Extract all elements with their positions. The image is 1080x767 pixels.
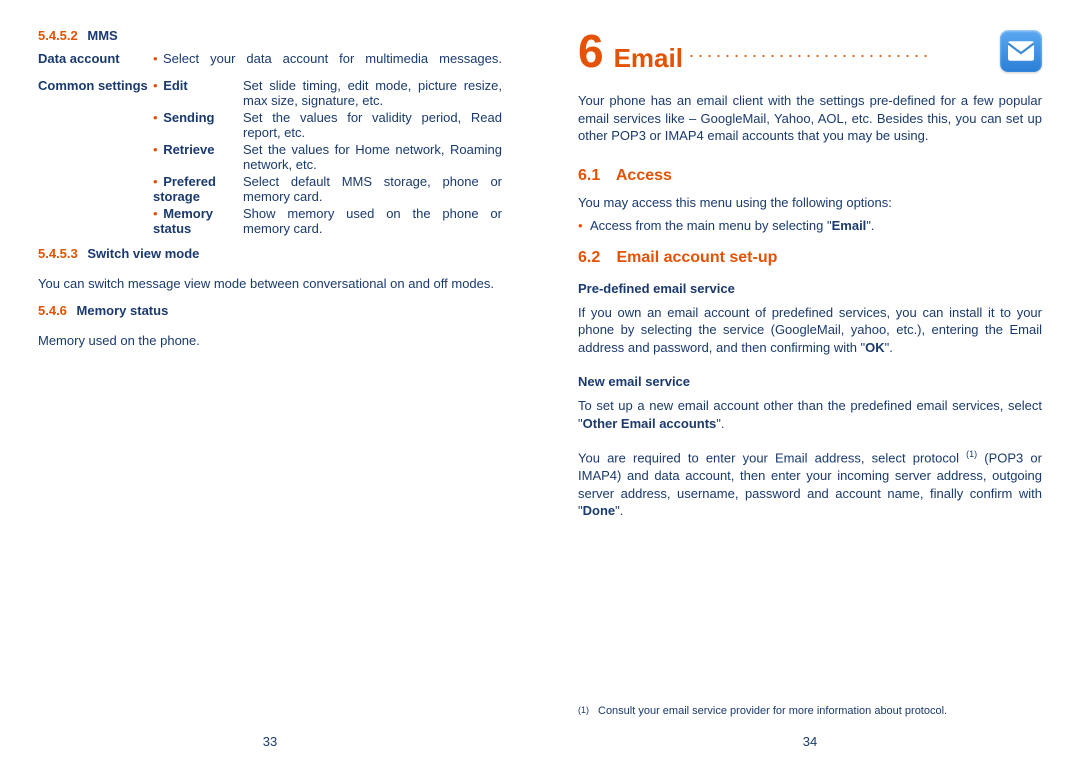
heading-5-4-5-2: 5.4.5.2 MMS <box>38 28 502 43</box>
row-data-account: Data account • Select your data account … <box>38 51 502 66</box>
text-fragment: If you own an email account of predefine… <box>578 305 1042 355</box>
row-common-settings-edit: Common settings • Edit Set slide timing,… <box>38 78 502 108</box>
heading-title: MMS <box>87 28 117 43</box>
intro-paragraph: Your phone has an email client with the … <box>578 92 1042 145</box>
heading-number: 5.4.5.2 <box>38 28 78 43</box>
bullet-icon: • <box>153 110 158 125</box>
text-fragment: You are required to enter your Email add… <box>578 451 966 466</box>
bold-other-accounts: Other Email accounts <box>583 416 717 431</box>
heading-number: 5.4.6 <box>38 303 67 318</box>
bullet-access-email: • Access from the main menu by selecting… <box>578 218 1042 233</box>
text-fragment: ". <box>885 340 893 355</box>
desc-edit: Set slide timing, edit mode, picture res… <box>243 78 502 108</box>
body-memory-status: Memory used on the phone. <box>38 332 502 350</box>
heading-5-4-6: 5.4.6 Memory status <box>38 303 502 318</box>
footnote-ref: (1) <box>966 449 977 459</box>
page-left: 5.4.5.2 MMS Data account • Select your d… <box>0 0 540 767</box>
label-common-settings: Common settings <box>38 78 153 108</box>
text-fragment: Access from the main menu by selecting " <box>590 218 832 233</box>
desc-data-account: Select your data account for multimedia … <box>163 51 502 66</box>
footnote: (1) Consult your email service provider … <box>578 705 1042 717</box>
heading-predefined: Pre-defined email service <box>578 281 1042 296</box>
heading-number: 5.4.5.3 <box>38 246 78 261</box>
bullet-icon: • <box>153 142 158 157</box>
chapter-header: 6 Email ........................... <box>578 28 1042 74</box>
bullet-icon: • <box>153 174 158 189</box>
sublabel-memory-status: Memory status <box>153 206 213 236</box>
row-memory-status: • Memory status Show memory used on the … <box>38 206 502 236</box>
chapter-number: 6 <box>578 28 604 74</box>
label-data-account: Data account <box>38 51 153 66</box>
body-new-service-1: To set up a new email account other than… <box>578 397 1042 432</box>
sublabel-sending: Sending <box>163 110 214 125</box>
bold-ok: OK <box>865 340 885 355</box>
heading-new-service: New email service <box>578 374 1042 389</box>
heading-title: Switch view mode <box>87 246 199 261</box>
section-number: 6.1 <box>578 167 612 185</box>
section-number: 6.2 <box>578 249 612 267</box>
row-retrieve: • Retrieve Set the values for Home netwo… <box>38 142 502 172</box>
text-fragment: ". <box>615 503 623 518</box>
bullet-icon: • <box>153 206 158 221</box>
desc-memory-status: Show memory used on the phone or memory … <box>243 206 502 236</box>
section-title: Access <box>616 167 672 184</box>
sublabel-edit: Edit <box>163 78 188 93</box>
page-number: 33 <box>0 734 540 749</box>
page-number: 34 <box>540 734 1080 749</box>
heading-5-4-5-3: 5.4.5.3 Switch view mode <box>38 246 502 261</box>
bold-done: Done <box>583 503 616 518</box>
bullet-icon: • <box>153 51 163 66</box>
bold-email: Email <box>832 218 867 233</box>
desc-retrieve: Set the values for Home network, Roaming… <box>243 142 502 172</box>
email-icon <box>1000 30 1042 72</box>
chapter-dots: ........................... <box>689 41 994 62</box>
sublabel-retrieve: Retrieve <box>163 142 214 157</box>
chapter-title: Email <box>614 43 683 74</box>
section-title: Email account set-up <box>616 249 777 266</box>
footnote-mark: (1) <box>578 705 598 717</box>
row-sending: • Sending Set the values for validity pe… <box>38 110 502 140</box>
row-prefered-storage: • Prefered storage Select default MMS st… <box>38 174 502 204</box>
bullet-icon: • <box>153 78 158 93</box>
heading-title: Memory status <box>77 303 169 318</box>
text-fragment: ". <box>716 416 724 431</box>
body-access: You may access this menu using the follo… <box>578 195 1042 210</box>
text-fragment: ". <box>866 218 874 233</box>
page-right: 6 Email ........................... Your… <box>540 0 1080 767</box>
footnote-text: Consult your email service provider for … <box>598 705 947 717</box>
heading-6-1: 6.1 Access <box>578 167 1042 185</box>
heading-6-2: 6.2 Email account set-up <box>578 249 1042 267</box>
body-switch-view: You can switch message view mode between… <box>38 275 502 293</box>
body-predefined: If you own an email account of predefine… <box>578 304 1042 357</box>
sublabel-prefered-storage: Prefered storage <box>153 174 216 204</box>
desc-sending: Set the values for validity period, Read… <box>243 110 502 140</box>
body-new-service-2: You are required to enter your Email add… <box>578 448 1042 520</box>
desc-prefered-storage: Select default MMS storage, phone or mem… <box>243 174 502 204</box>
bullet-icon: • <box>578 218 590 233</box>
